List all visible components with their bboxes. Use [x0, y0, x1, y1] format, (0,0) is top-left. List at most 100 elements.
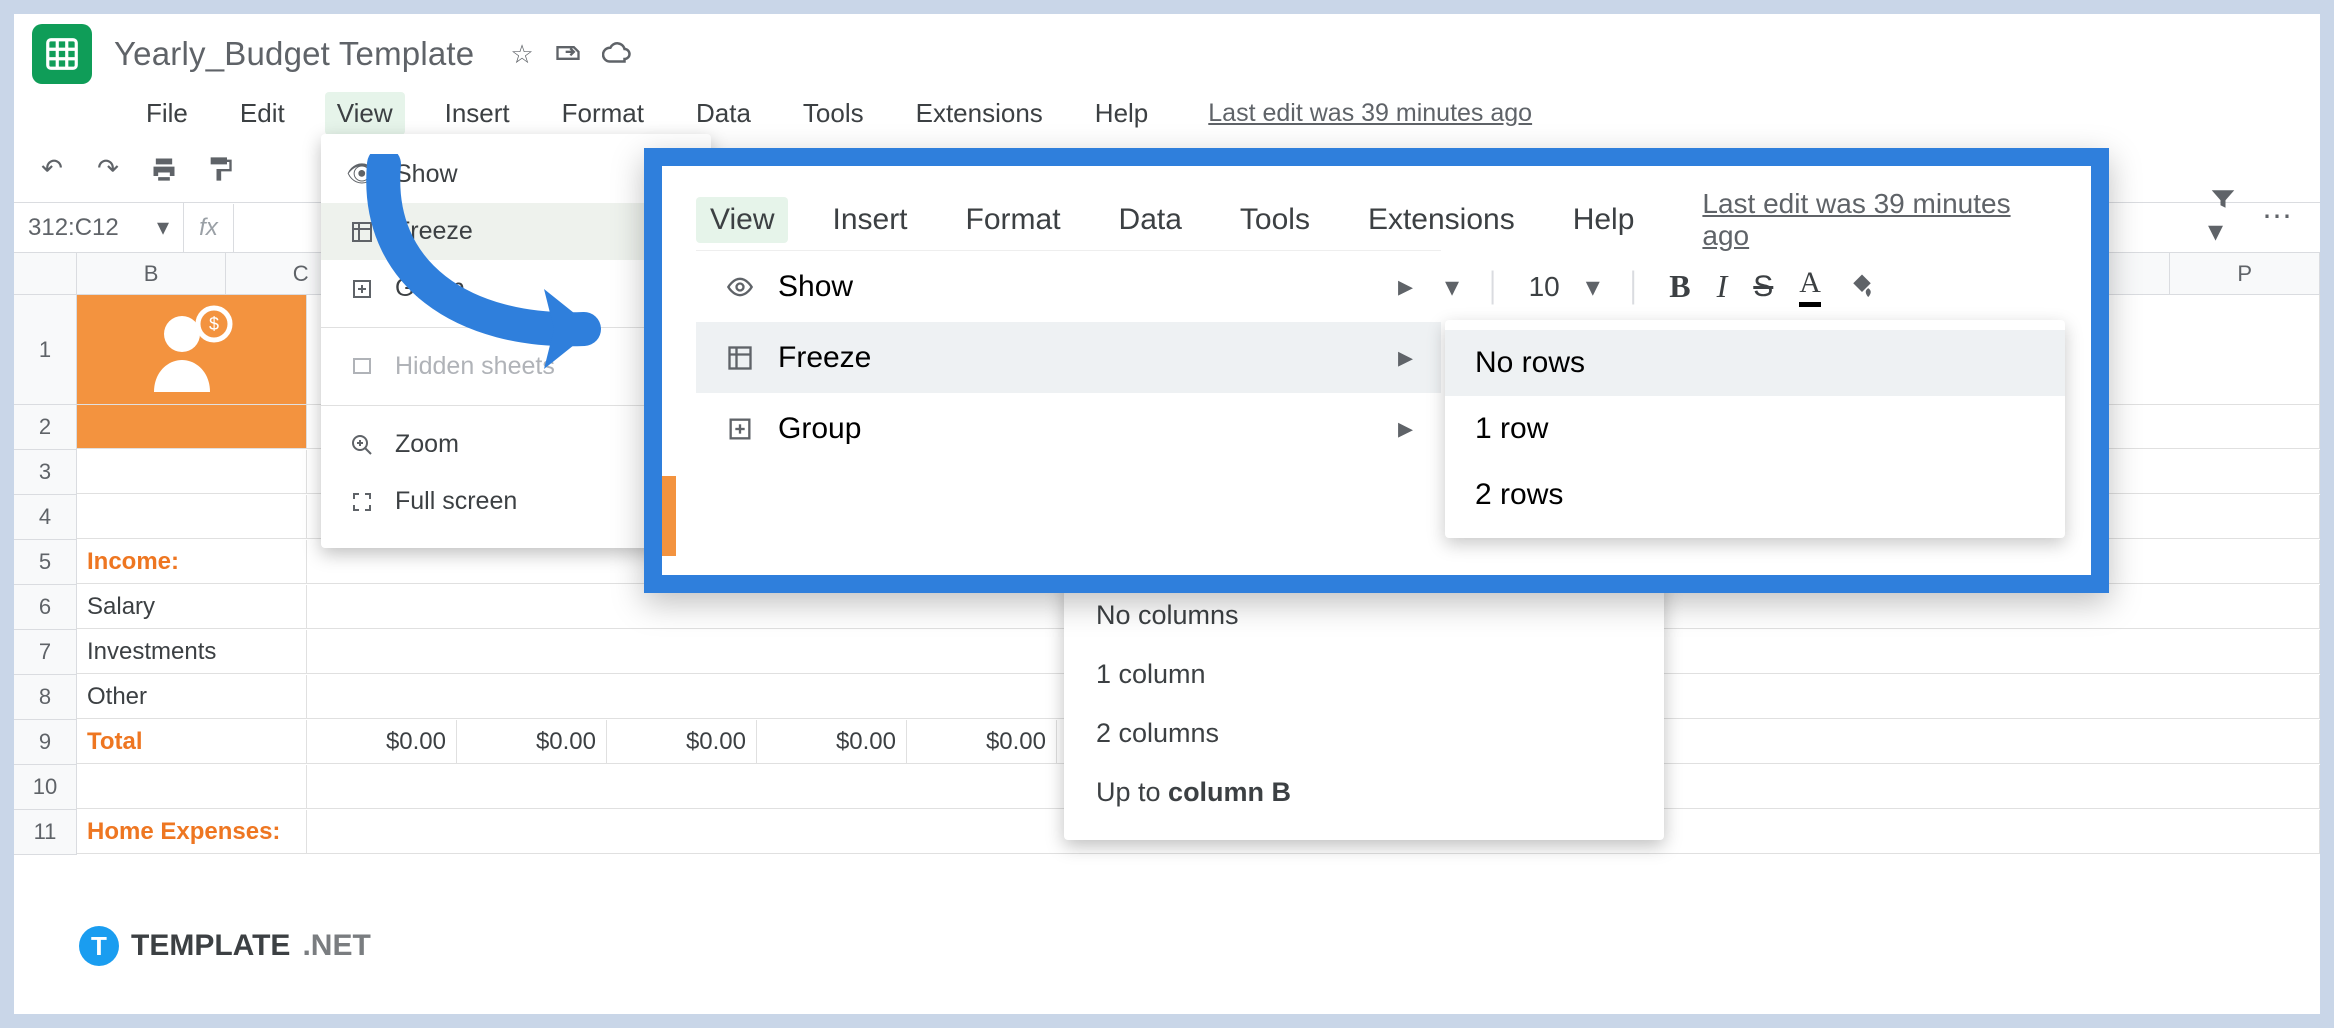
- overlay-menu-item-show[interactable]: Show ▸: [696, 251, 1441, 322]
- print-icon[interactable]: [148, 155, 180, 183]
- cell-money[interactable]: $0.00: [307, 720, 457, 764]
- budget-person-icon: $: [77, 295, 307, 405]
- row-header[interactable]: 6: [14, 585, 77, 630]
- overlay-menu-item-group[interactable]: Group ▸: [696, 393, 1441, 464]
- name-box[interactable]: 312:C12 ▾: [14, 203, 184, 252]
- fullscreen-icon: [347, 490, 377, 514]
- overlay-menu-insert[interactable]: Insert: [818, 197, 921, 243]
- menu-help[interactable]: Help: [1083, 92, 1160, 135]
- col-header[interactable]: P: [2170, 253, 2320, 295]
- document-title[interactable]: Yearly_Budget Template: [114, 35, 474, 73]
- cell-other[interactable]: Other: [77, 675, 307, 719]
- row-header[interactable]: 2: [14, 405, 77, 450]
- font-size-value[interactable]: 10: [1529, 271, 1560, 303]
- arrow-right-icon: ▸: [1398, 340, 1413, 375]
- callout-arrow-icon: [344, 154, 644, 394]
- arrow-right-icon: ▸: [1398, 411, 1413, 446]
- submenu-item-up-to-column[interactable]: Up to column B: [1064, 763, 1664, 822]
- filter-icon[interactable]: ▾: [2208, 184, 2238, 249]
- overlay-menu-extensions[interactable]: Extensions: [1354, 197, 1529, 243]
- name-box-value: 312:C12: [28, 214, 119, 242]
- template-net-icon: T: [79, 926, 119, 966]
- row-header[interactable]: 3: [14, 450, 77, 495]
- titlebar: Yearly_Budget Template ☆: [14, 14, 2320, 84]
- watermark: T TEMPLATE .NET: [79, 926, 371, 966]
- arrow-right-icon: ▸: [1398, 269, 1413, 304]
- svg-text:$: $: [208, 314, 218, 334]
- star-icon[interactable]: ☆: [510, 39, 533, 70]
- overlay-last-edit[interactable]: Last edit was 39 minutes ago: [1702, 188, 2057, 252]
- text-color-button[interactable]: A: [1799, 266, 1821, 307]
- cell-total[interactable]: Total: [77, 720, 307, 764]
- fill-color-icon[interactable]: [1847, 272, 1877, 302]
- cell-income[interactable]: Income:: [77, 540, 307, 584]
- cell[interactable]: [77, 405, 307, 449]
- overlay-menu-format[interactable]: Format: [952, 197, 1075, 243]
- row-header[interactable]: 1: [14, 295, 77, 405]
- italic-button[interactable]: I: [1717, 268, 1728, 305]
- freeze-icon: [724, 344, 756, 372]
- menu-extensions[interactable]: Extensions: [904, 92, 1055, 135]
- overlay-toolbar: ▾ │ 10 ▾ │ B I S A: [1445, 266, 1877, 307]
- row-header[interactable]: 10: [14, 765, 77, 810]
- row-header[interactable]: 11: [14, 810, 77, 855]
- cell-money[interactable]: $0.00: [757, 720, 907, 764]
- overlay-view-dropdown: Show ▸ Freeze ▸ Group ▸: [696, 250, 1441, 464]
- overlay-menu-tools[interactable]: Tools: [1226, 197, 1324, 243]
- fx-label: fx: [184, 204, 234, 252]
- bold-button[interactable]: B: [1669, 268, 1690, 305]
- cell-money[interactable]: $0.00: [607, 720, 757, 764]
- cell-money[interactable]: $0.00: [907, 720, 1057, 764]
- last-edit-link[interactable]: Last edit was 39 minutes ago: [1208, 99, 1532, 128]
- row-header[interactable]: 8: [14, 675, 77, 720]
- cell-salary[interactable]: Salary: [77, 585, 307, 629]
- submenu-item-no-columns[interactable]: No columns: [1064, 586, 1664, 645]
- strike-button[interactable]: S: [1753, 270, 1773, 304]
- menu-tools[interactable]: Tools: [791, 92, 876, 135]
- move-icon[interactable]: [554, 39, 582, 70]
- redo-icon[interactable]: ↷: [92, 153, 124, 184]
- cell-home-expenses[interactable]: Home Expenses:: [77, 810, 307, 854]
- more-icon[interactable]: ⋯: [2262, 199, 2292, 234]
- menu-format[interactable]: Format: [550, 92, 656, 135]
- overlay-freeze-rows-submenu: No rows 1 row 2 rows: [1445, 320, 2065, 538]
- menu-view[interactable]: View: [325, 92, 405, 135]
- submenu-item-1-row[interactable]: 1 row: [1445, 396, 2065, 462]
- overlay-menu-item-freeze[interactable]: Freeze ▸: [696, 322, 1441, 393]
- watermark-suffix: .NET: [302, 929, 370, 963]
- toolbar-right: ▾ ⋯: [2208, 184, 2292, 249]
- paint-format-icon[interactable]: [204, 155, 236, 183]
- submenu-item-no-rows[interactable]: No rows: [1445, 330, 2065, 396]
- cell-investments[interactable]: Investments: [77, 630, 307, 674]
- menu-file[interactable]: File: [134, 92, 200, 135]
- corner-cell[interactable]: [14, 253, 77, 295]
- callout-overlay: View Insert Format Data Tools Extensions…: [644, 148, 2109, 593]
- menu-edit[interactable]: Edit: [228, 92, 297, 135]
- menu-insert[interactable]: Insert: [433, 92, 522, 135]
- font-dropdown[interactable]: ▾: [1445, 270, 1459, 303]
- freeze-columns-submenu: No columns 1 column 2 columns Up to colu…: [1064, 574, 1664, 840]
- row-header[interactable]: 7: [14, 630, 77, 675]
- overlay-menu-data[interactable]: Data: [1105, 197, 1196, 243]
- overlay-menubar: View Insert Format Data Tools Extensions…: [662, 166, 2091, 260]
- col-header[interactable]: B: [77, 253, 227, 295]
- overlay-menu-view[interactable]: View: [696, 197, 788, 243]
- cell-money[interactable]: $0.00: [457, 720, 607, 764]
- chevron-down-icon: ▾: [157, 213, 169, 242]
- app-window: Yearly_Budget Template ☆ File Edit View …: [14, 14, 2320, 1014]
- font-size-dropdown[interactable]: ▾: [1586, 270, 1600, 303]
- row-header[interactable]: 4: [14, 495, 77, 540]
- overlay-menu-help[interactable]: Help: [1559, 197, 1649, 243]
- menu-data[interactable]: Data: [684, 92, 763, 135]
- plus-box-icon: [724, 415, 756, 443]
- submenu-item-2-rows[interactable]: 2 rows: [1445, 462, 2065, 528]
- undo-icon[interactable]: ↶: [36, 153, 68, 184]
- watermark-brand: TEMPLATE: [131, 929, 290, 963]
- eye-icon: [724, 273, 756, 301]
- cloud-icon[interactable]: [602, 39, 632, 70]
- submenu-item-1-column[interactable]: 1 column: [1064, 645, 1664, 704]
- row-header[interactable]: 5: [14, 540, 77, 585]
- orange-edge: [662, 476, 676, 556]
- submenu-item-2-columns[interactable]: 2 columns: [1064, 704, 1664, 763]
- row-header[interactable]: 9: [14, 720, 77, 765]
